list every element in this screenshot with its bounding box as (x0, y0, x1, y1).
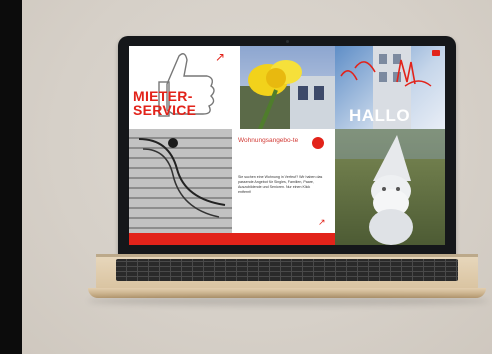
arrow-link-icon[interactable]: ↗ (318, 217, 326, 228)
footer-red-bar (129, 233, 335, 245)
hallo-heading: HALLO (349, 106, 411, 125)
badge-icon (312, 137, 324, 149)
garden-gnome-photo-tile[interactable] (335, 129, 445, 245)
laptop-base (88, 254, 486, 298)
mieter-service-logo-text: MIETER- SERVICE (133, 89, 196, 117)
arrow-icon: ↗ (215, 50, 226, 64)
laptop-hinge (96, 254, 478, 257)
daffodil-image (240, 60, 335, 129)
wohnungsangebote-description: Sie suchen eine Wohnung in Verfeuf? Wir … (238, 175, 323, 194)
wohnungsangebote-tile[interactable]: Wohnungsangebo-te Sie suchen eine Wohnun… (232, 129, 335, 233)
stairwell-photo-tile[interactable] (129, 129, 232, 233)
mieter-service-tile[interactable]: MIETER- SERVICE ↗ (129, 46, 240, 129)
webcam (286, 40, 289, 43)
keyboard (116, 259, 458, 281)
laptop-screen: MIETER- SERVICE ↗ HALLO Wohnungsangebo-t… (129, 46, 445, 245)
daffodil-photo-tile[interactable] (240, 46, 335, 129)
garden-gnome-image (335, 129, 445, 245)
service-line: SERVICE (133, 102, 197, 118)
stairwell-image (138, 138, 226, 218)
mieter-line: MIETER- (133, 88, 193, 104)
brand-logo-icon[interactable] (432, 50, 440, 56)
laptop-lid: MIETER- SERVICE ↗ HALLO Wohnungsangebo-t… (118, 36, 456, 260)
wohnungsangebote-title: Wohnungsangebo-te (238, 137, 299, 144)
hallo-tile[interactable]: HALLO (335, 46, 445, 129)
laptop-shadow (88, 296, 488, 306)
